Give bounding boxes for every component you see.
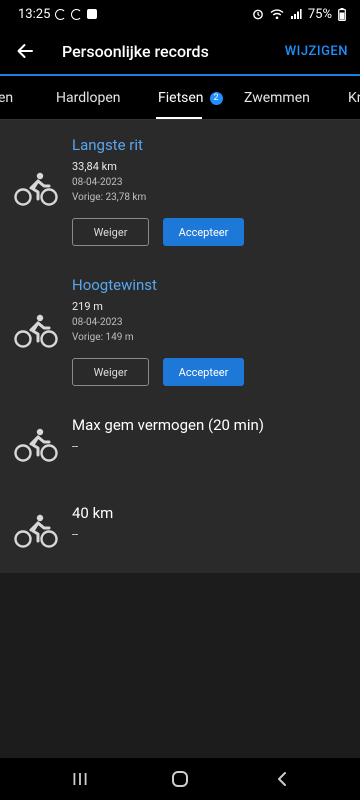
edit-button[interactable]: WIJZIGEN <box>285 44 360 59</box>
tab-zwemmen[interactable]: Zwemmen <box>244 76 310 119</box>
status-bar: 13:25 75% <box>0 0 360 28</box>
home-icon <box>172 771 188 787</box>
notification-icon <box>87 9 98 19</box>
tab-label: en <box>0 90 14 106</box>
reject-button[interactable]: Weiger <box>72 358 149 386</box>
sync-icon <box>55 8 67 20</box>
record-value: 219 m <box>72 300 103 313</box>
system-nav-bar <box>0 758 360 800</box>
accept-button[interactable]: Accepteer <box>163 218 244 246</box>
tab-previous[interactable]: en <box>0 76 14 119</box>
tab-hardlopen[interactable]: Hardlopen <box>56 76 121 119</box>
record-title: Hoogtewinst <box>72 276 157 294</box>
alarm-icon <box>252 9 263 20</box>
status-time: 13:25 <box>18 6 51 22</box>
tab-next[interactable]: Kr <box>348 76 360 119</box>
record-date: 08-04-2023 <box>72 317 123 328</box>
bike-icon <box>14 514 58 548</box>
tab-fietsen[interactable]: Fietsen 2 <box>158 76 223 119</box>
back-button[interactable] <box>0 28 50 74</box>
records-list: Langste rit 33,84 km 08-04-2023 Vorige: … <box>0 120 360 573</box>
record-item[interactable]: Max gem vermogen (20 min) -- <box>0 404 360 490</box>
sport-tabs: en Hardlopen Fietsen 2 Zwemmen Kr <box>0 76 360 120</box>
record-previous: Vorige: 23,78 km <box>72 192 147 203</box>
bike-icon <box>14 428 58 462</box>
record-title: Langste rit <box>72 136 143 154</box>
back-nav-icon <box>278 772 286 786</box>
app-bar: Persoonlijke records WIJZIGEN <box>0 28 360 74</box>
tab-active-indicator <box>156 117 202 119</box>
battery-level: 75% <box>307 6 332 22</box>
battery-icon <box>338 7 346 21</box>
recents-icon <box>73 773 87 785</box>
signal-icon <box>290 9 302 19</box>
tab-label: Hardlopen <box>56 90 121 106</box>
record-item[interactable]: 40 km -- <box>0 492 360 572</box>
record-previous: Vorige: 149 m <box>72 332 134 343</box>
record-date: 08-04-2023 <box>72 177 123 188</box>
tab-label: Kr <box>348 90 360 106</box>
back-arrow-icon <box>17 44 33 58</box>
reject-button[interactable]: Weiger <box>72 218 149 246</box>
tab-label: Fietsen <box>158 90 204 106</box>
home-button[interactable] <box>150 758 210 800</box>
page-title: Persoonlijke records <box>62 41 209 61</box>
record-title: Max gem vermogen (20 min) <box>72 416 264 434</box>
record-item[interactable]: Hoogtewinst 219 m 08-04-2023 Vorige: 149… <box>0 262 360 402</box>
tab-label: Zwemmen <box>244 90 310 106</box>
sync-icon <box>71 8 83 20</box>
record-value: -- <box>72 440 79 453</box>
wifi-icon <box>270 9 284 20</box>
bike-icon <box>14 172 58 206</box>
accept-button[interactable]: Accepteer <box>163 358 244 386</box>
tab-badge: 2 <box>209 92 223 105</box>
recents-button[interactable] <box>50 758 110 800</box>
back-nav-button[interactable] <box>252 758 312 800</box>
record-value: 33,84 km <box>72 160 117 173</box>
record-value: -- <box>72 528 79 541</box>
record-item[interactable]: Langste rit 33,84 km 08-04-2023 Vorige: … <box>0 120 360 260</box>
record-title: 40 km <box>72 504 114 522</box>
bike-icon <box>14 314 58 348</box>
